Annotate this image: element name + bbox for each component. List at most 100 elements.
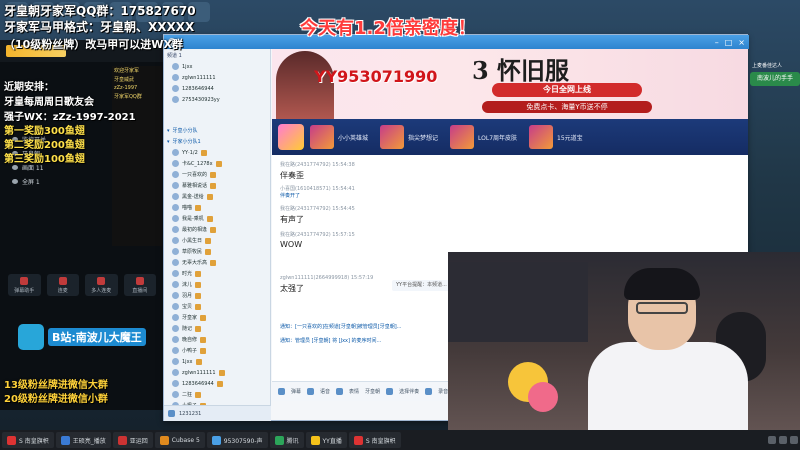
member-item[interactable]: 沫儿 [164,279,270,290]
member-item[interactable]: 小黑生日 [164,235,270,246]
member-badge-icon [200,336,207,343]
tool-button-label: 弹幕助手 [14,287,35,294]
taskbar-item[interactable]: 95307590-声 [206,432,268,448]
record-button[interactable]: 录音 [438,388,448,395]
member-item[interactable]: 2753430923yy [164,94,270,105]
member-name: 草原牧民 [182,249,203,255]
chat-message: 我在路(2431774792) 15:54:38 伴奏歪 [280,161,355,181]
game-item[interactable]: 小小英雄城 [310,124,374,150]
taskbar-item[interactable]: 王硕亮_播放 [55,432,111,448]
music-icon[interactable] [386,388,394,395]
tray-icon[interactable] [768,436,776,444]
toolbar-label[interactable]: 表情 [349,388,359,395]
member-name: 宝贝 [182,304,193,310]
member-item[interactable]: zglwn111111 [164,72,270,83]
taskbar-item[interactable]: Cubase 5 [154,432,205,448]
tool-button[interactable]: 连麦 [46,274,79,296]
tool-button-grid: 弹幕助手 连麦 多人连麦 直播间 [0,268,164,302]
tool-button[interactable]: 直播间 [123,274,156,296]
voice-icon[interactable] [307,388,315,395]
ad-banner[interactable]: YY953071990 3 怀旧服 今日全网上线 免费点卡、海量Y币送不停 [272,49,748,119]
member-item[interactable]: 1jxx [164,356,270,367]
member-item[interactable]: 牙皇家 [164,312,270,323]
guest-tag-badge: 南波儿的手手 [750,72,800,86]
maximize-icon[interactable]: □ [725,38,733,47]
eye-icon[interactable] [12,164,18,170]
taskbar-item[interactable]: S 南皇旗帜 [348,432,401,448]
avatar [172,182,179,189]
guest-tag: 上麦番佳达人 南波儿的手手 [748,60,800,100]
member-item[interactable]: 黑金-送给 [164,191,270,202]
overlay-recent-1: 牙皇每周周日歌友会 [4,97,94,108]
member-item[interactable]: 宝贝 [164,301,270,312]
game-label: 小小英雄城 [338,134,369,142]
member-item[interactable]: 无辜大乐高 [164,257,270,268]
member-item[interactable]: YY·1/2 [164,147,270,158]
select-accompaniment-button[interactable]: 选择伴奏 [399,388,419,395]
eye-icon[interactable] [12,178,18,184]
member-name: 1jxx [182,358,193,365]
chevron-down-icon[interactable]: ▾ [167,139,170,145]
member-item[interactable]: 喵喵 [164,202,270,213]
close-icon[interactable]: × [738,38,745,47]
member-item[interactable]: 慕雅相说话 [164,180,270,191]
settings-icon[interactable] [168,410,175,417]
chat-line: zZz-1997 [114,85,138,91]
member-item[interactable]: 一只喜欢的 [164,169,270,180]
minimize-icon[interactable]: – [715,38,719,47]
member-item[interactable]: zglwn111111 [164,367,270,378]
game-center-icon[interactable] [278,124,304,150]
member-badge-icon [195,292,202,299]
taskbar-item[interactable]: 亚运回 [112,432,153,448]
chevron-down-icon[interactable]: ▾ [167,128,170,134]
member-item[interactable]: 晚自修 [164,334,270,345]
member-name: 我是-乘机 [182,216,204,222]
game-thumbnail [310,125,334,149]
app-icon [7,435,16,445]
member-item[interactable]: 时光 [164,268,270,279]
member-name: 最初的相逢 [182,227,208,233]
member-item[interactable]: 随记 [164,323,270,334]
toolbar-label[interactable]: 语音 [320,388,330,395]
tool-button[interactable]: 多人连麦 [85,274,118,296]
tool-icon [20,276,29,285]
member-item[interactable]: 我是-乘机 [164,213,270,224]
tool-button[interactable]: 弹幕助手 [8,274,41,296]
emoji-icon[interactable] [336,388,344,395]
member-item[interactable]: 小鸭子 [164,345,270,356]
subgroup-header[interactable]: ▾ 牙家小分队1 [164,136,270,147]
taskbar-label: S 南皇旗帜 [19,437,49,445]
taskbar-label: 95307590-声 [223,437,263,445]
taskbar-item[interactable]: S 南皇旗帜 [2,432,54,448]
member-item[interactable]: 二狂 [164,389,270,400]
game-item[interactable]: 15元道宝 [529,124,589,150]
member-item[interactable]: 卡&C_1278x [164,158,270,169]
taskbar-item[interactable]: YY直播 [305,432,347,448]
avatar [172,63,179,70]
danmaku-icon[interactable] [278,388,285,395]
member-bottom-bar: 1231231 [164,405,271,421]
member-badge-icon [195,325,202,332]
group-header[interactable]: ▾ 牙皇小分队 [164,125,270,136]
tool-button-label: 直播间 [132,287,148,294]
taskbar-item[interactable]: 腾讯 [269,432,304,448]
toolbar-label[interactable]: 牙皇朝 [365,388,380,395]
member-item[interactable]: 草原牧民 [164,246,270,257]
member-item[interactable]: 1283646944 [164,378,270,389]
member-badge-icon [210,182,217,189]
game-item[interactable]: 指尖梦想记 [380,124,444,150]
overlay-prize-3: 第三奖励100鱼翅 [4,154,85,165]
taskbar-label: 王硕亮_播放 [72,437,106,445]
tray-icon[interactable] [790,436,798,444]
record-icon[interactable] [425,388,433,395]
member-name: 晚自修 [182,337,198,343]
banner-title: 3 怀旧服 [472,56,570,85]
game-item[interactable]: LOL7周年皮肤 [450,124,523,150]
member-item[interactable]: 1283646944 [164,83,270,94]
bilibili-name: B站:南波儿大魔王 [48,328,146,346]
toolbar-label[interactable]: 弹幕 [291,388,301,395]
member-item[interactable]: 最初的相逢 [164,224,270,235]
member-item[interactable]: 1jxx [164,61,270,72]
tray-icon[interactable] [779,436,787,444]
member-item[interactable]: 羽月 [164,290,270,301]
